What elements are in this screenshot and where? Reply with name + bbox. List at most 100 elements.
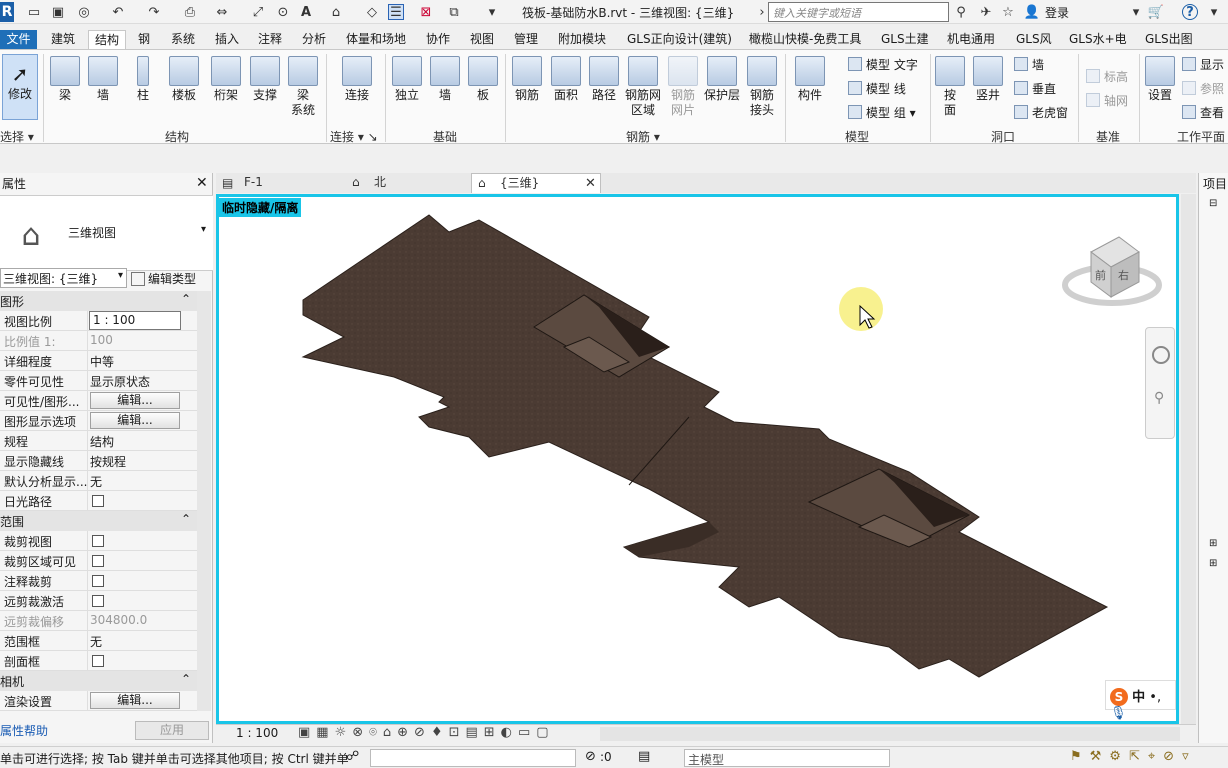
zoom-icon[interactable]: ⚲ bbox=[1154, 390, 1164, 406]
discipline-value[interactable]: 结构 bbox=[90, 433, 114, 450]
crop-view-checkbox[interactable] bbox=[92, 535, 104, 547]
graphic-display-edit-button[interactable]: 编辑... bbox=[90, 412, 180, 429]
dropdown-icon[interactable]: ▾ bbox=[1128, 4, 1144, 20]
area-rebar-button[interactable]: 面积 bbox=[549, 56, 583, 103]
section-camera[interactable]: 相机 ⌃ bbox=[0, 671, 197, 691]
measure-icon[interactable]: ⇔ bbox=[214, 4, 230, 20]
worksets-icon[interactable]: ☍ bbox=[346, 749, 359, 764]
tab-annotate[interactable]: 注释 bbox=[258, 30, 282, 49]
isolated-foundation-button[interactable]: 独立 bbox=[392, 56, 422, 103]
subscription-icon[interactable]: ✈ bbox=[978, 4, 994, 20]
close-tab-icon[interactable]: ✕ bbox=[585, 174, 596, 193]
detail-level-value[interactable]: 中等 bbox=[90, 353, 114, 370]
thin-lines-icon[interactable]: ☰ bbox=[388, 4, 404, 20]
tab-gls-drawing[interactable]: GLS出图 bbox=[1145, 30, 1193, 49]
model-group-button[interactable]: 模型 组 ▾ bbox=[848, 104, 916, 121]
type-selector[interactable]: ⌂ 三维视图 ▾ bbox=[0, 195, 213, 271]
tree-expand-icon[interactable]: ⊞ bbox=[1209, 538, 1217, 549]
view-scale-input[interactable]: 1 : 100 bbox=[89, 311, 181, 330]
annotation-crop-checkbox[interactable] bbox=[92, 575, 104, 587]
design-options-icon[interactable]: ▤ bbox=[638, 749, 650, 764]
view-scale[interactable]: 1 : 100 bbox=[236, 726, 278, 740]
beam-system-button[interactable]: 梁 系统 bbox=[286, 56, 320, 118]
hidden-lines-value[interactable]: 按规程 bbox=[90, 453, 126, 470]
connection-panel-label[interactable]: 连接 ▾ ↘ bbox=[330, 128, 378, 145]
cover-button[interactable]: 保护层 bbox=[702, 56, 742, 103]
rebar-button[interactable]: 钢筋 bbox=[510, 56, 544, 103]
design-option-dropdown[interactable]: 主模型 bbox=[684, 749, 890, 767]
scope-box-value[interactable]: 无 bbox=[90, 633, 102, 650]
path-rebar-button[interactable]: 路径 bbox=[587, 56, 621, 103]
tab-file[interactable]: 文件 bbox=[0, 30, 37, 49]
tree-collapse-icon[interactable]: ⊟ bbox=[1209, 198, 1217, 209]
tree-expand-icon[interactable]: ⊞ bbox=[1209, 558, 1217, 569]
slab-foundation-button[interactable]: 板 bbox=[468, 56, 498, 103]
model-line-button[interactable]: 模型 线 bbox=[848, 80, 906, 97]
brace-button[interactable]: 支撑 bbox=[248, 56, 282, 103]
tab-addins[interactable]: 附加模块 bbox=[558, 30, 606, 49]
foundation-slab-model[interactable]: 前 右 bbox=[219, 197, 1176, 721]
tab-manage[interactable]: 管理 bbox=[514, 30, 538, 49]
print-icon[interactable]: ⎙ bbox=[182, 4, 198, 20]
component-button[interactable]: 构件 bbox=[792, 56, 828, 103]
help-dropdown-icon[interactable]: ▾ bbox=[1206, 4, 1222, 20]
close-icon[interactable]: ✕ bbox=[196, 175, 208, 191]
fabric-area-button[interactable]: 钢筋网 区域 bbox=[623, 56, 663, 118]
tag-icon[interactable]: ⊙ bbox=[275, 4, 291, 20]
connection-button[interactable]: 连接 bbox=[337, 56, 377, 103]
view-control-icons[interactable]: ▣▦☼⊗⌾⌂⊕⊘♦⊡▤⊞◐▭▢ bbox=[298, 725, 555, 740]
filter-icon[interactable]: ⊘ bbox=[585, 749, 596, 764]
level-button[interactable]: 标高 bbox=[1086, 68, 1128, 85]
truss-button[interactable]: 桁架 bbox=[208, 56, 244, 103]
tab-gls-hvac[interactable]: GLS风 bbox=[1016, 30, 1052, 49]
set-workplane-button[interactable]: 设置 bbox=[1144, 56, 1176, 103]
text-icon[interactable]: A bbox=[298, 4, 314, 20]
analysis-display-value[interactable]: 无 bbox=[90, 473, 102, 490]
tab-massing-site[interactable]: 体量和场地 bbox=[346, 30, 406, 49]
help-icon[interactable]: ? bbox=[1182, 4, 1198, 20]
column-button[interactable]: 柱 bbox=[126, 56, 160, 103]
revit-logo-icon[interactable]: R bbox=[0, 2, 14, 22]
tab-view[interactable]: 视图 bbox=[470, 30, 494, 49]
beam-button[interactable]: 梁 bbox=[48, 56, 82, 103]
undo-icon[interactable]: ↶ bbox=[110, 4, 126, 20]
open-icon[interactable]: ▭ bbox=[26, 4, 42, 20]
wall-button[interactable]: 墙 bbox=[86, 56, 120, 103]
vertical-opening-button[interactable]: 垂直 bbox=[1014, 80, 1056, 97]
login-link[interactable]: 登录 bbox=[1045, 4, 1069, 21]
steering-wheel-icon[interactable] bbox=[1152, 346, 1170, 364]
sync-icon[interactable]: ◎ bbox=[76, 4, 92, 20]
show-workplane-button[interactable]: 显示 bbox=[1182, 56, 1224, 73]
selection-options-icons[interactable]: ⚑⚒⚙⇱⌖⊘▿ bbox=[1070, 749, 1197, 764]
model-text-button[interactable]: 模型 文字 bbox=[848, 56, 918, 73]
dormer-opening-button[interactable]: 老虎窗 bbox=[1014, 104, 1068, 121]
wall-opening-button[interactable]: 墙 bbox=[1014, 56, 1044, 73]
properties-help-link[interactable]: 属性帮助 bbox=[0, 722, 48, 739]
tab-olive-mountain[interactable]: 橄榄山快模-免费工具 bbox=[749, 30, 861, 49]
tab-gls-civil[interactable]: GLS土建 bbox=[881, 30, 929, 49]
ime-toolbar[interactable]: S 中 •, 🎙 bbox=[1105, 680, 1176, 721]
tab-gls-water-elec[interactable]: GLS水+电 bbox=[1069, 30, 1127, 49]
viewcube[interactable]: 前 右 bbox=[1062, 236, 1162, 306]
viewport-vertical-scrollbar[interactable] bbox=[1181, 194, 1196, 724]
dimension-icon[interactable]: ⤢ bbox=[250, 4, 266, 20]
far-clip-active-checkbox[interactable] bbox=[92, 595, 104, 607]
customize-toolbar-icon[interactable]: ▾ bbox=[484, 4, 500, 20]
crop-region-visible-checkbox[interactable] bbox=[92, 555, 104, 567]
apply-button[interactable]: 应用 bbox=[135, 721, 209, 740]
parts-visibility-value[interactable]: 显示原状态 bbox=[90, 373, 150, 390]
by-face-opening-button[interactable]: 按 面 bbox=[935, 56, 965, 118]
section-box-checkbox[interactable] bbox=[92, 655, 104, 667]
tab-systems[interactable]: 系统 bbox=[171, 30, 195, 49]
view-instance-selector[interactable]: 三维视图: {三维} ▾ bbox=[0, 268, 127, 288]
sun-path-checkbox[interactable] bbox=[92, 495, 104, 507]
edit-type-button[interactable]: 编辑类型 bbox=[131, 268, 211, 288]
tab-mep-general[interactable]: 机电通用 bbox=[947, 30, 995, 49]
3d-view-icon[interactable]: ⌂ bbox=[328, 4, 344, 20]
wall-foundation-button[interactable]: 墙 bbox=[430, 56, 460, 103]
user-icon[interactable]: 👤 bbox=[1024, 4, 1040, 20]
horizontal-scrollbar[interactable] bbox=[600, 727, 1180, 741]
workset-dropdown[interactable] bbox=[370, 749, 576, 767]
tab-view-f1[interactable]: ▤ F-1 bbox=[216, 173, 341, 193]
ref-plane-button[interactable]: 参照 bbox=[1182, 80, 1224, 97]
